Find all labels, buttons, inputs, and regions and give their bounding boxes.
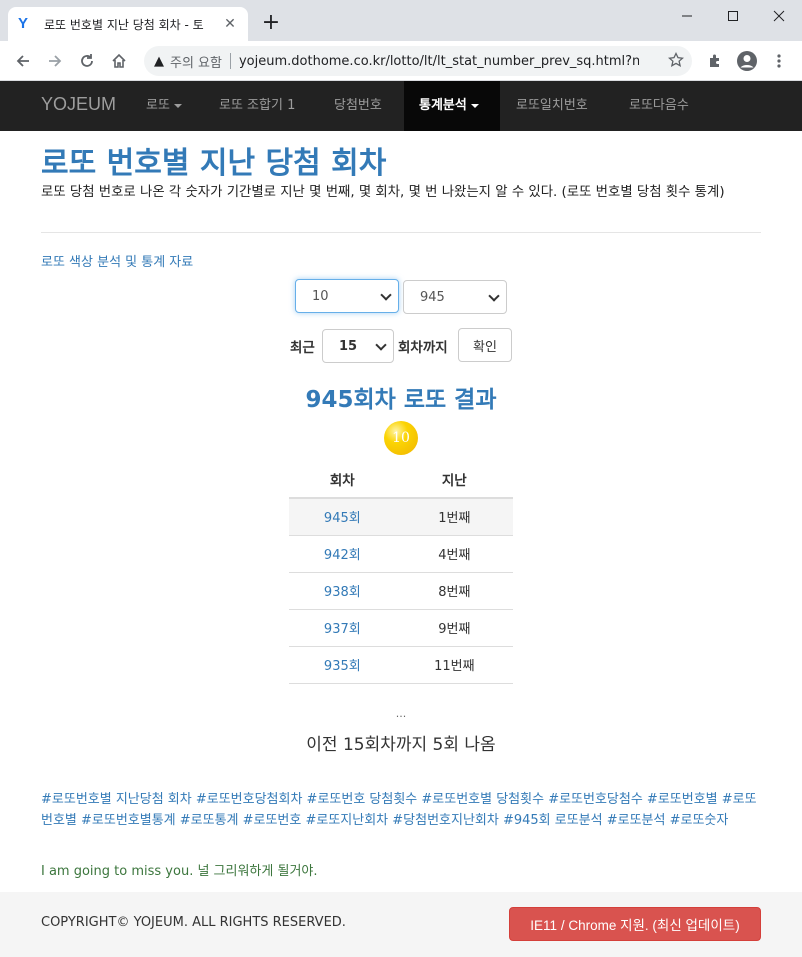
nav-item-next-numbers[interactable]: 로또다음수 bbox=[614, 81, 704, 131]
security-label[interactable]: 주의 요함 bbox=[170, 52, 222, 71]
table-row: 945회 1번째 bbox=[289, 498, 513, 536]
window-close-icon[interactable] bbox=[756, 0, 802, 32]
warning-icon[interactable]: ▲ bbox=[154, 54, 164, 69]
round-link[interactable]: 937회 bbox=[289, 609, 396, 647]
number-select-value: 10 bbox=[312, 288, 329, 304]
table-row: 935회 11번째 bbox=[289, 646, 513, 684]
browser-titlebar: Y 로또 번호별 지난 당첨 회차 - 토 ✕ + bbox=[0, 0, 802, 41]
chevron-down-icon bbox=[488, 290, 500, 302]
lotto-ball-number: 10 bbox=[392, 430, 410, 446]
round-link[interactable]: 942회 bbox=[289, 535, 396, 573]
table-row: 937회 9번째 bbox=[289, 609, 513, 647]
copyright-text: COPYRIGHT© YOJEUM. ALL RIGHTS RESERVED. bbox=[41, 915, 346, 930]
ago-cell: 1번째 bbox=[395, 498, 513, 536]
divider bbox=[41, 232, 761, 233]
page-description: 로또 당첨 번호로 나온 각 숫자가 기간별로 지난 몇 번째, 몇 회차, 몇… bbox=[41, 185, 725, 200]
round-link[interactable]: 945회 bbox=[289, 498, 396, 536]
result-summary: 이전 15회차까지 5회 나옴 bbox=[306, 735, 496, 755]
results-table: 회차 지난 945회 1번째 942회 4번째 938회 8번째 937회 9번… bbox=[289, 461, 513, 684]
site-navbar: YOJEUM 로또 로또 조합기 1 당첨번호 통계분석 로또일치번호 로또다음… bbox=[0, 81, 802, 131]
nav-item-match-numbers[interactable]: 로또일치번호 bbox=[501, 81, 603, 131]
table-row: 938회 8번째 bbox=[289, 572, 513, 610]
nav-item-combiner[interactable]: 로또 조합기 1 bbox=[204, 81, 310, 131]
color-analysis-link[interactable]: 로또 색상 분석 및 통계 자료 bbox=[41, 251, 193, 270]
range-select[interactable]: 15 bbox=[322, 329, 394, 363]
chevron-down-icon bbox=[375, 339, 387, 351]
url-text[interactable]: yojeum.dothome.co.kr/lotto/lt/lt_stat_nu… bbox=[239, 54, 639, 69]
site-favicon-icon: Y bbox=[18, 15, 29, 32]
number-select[interactable]: 10 bbox=[295, 279, 399, 313]
round-link[interactable]: 935회 bbox=[289, 646, 396, 684]
tab-title: 로또 번호별 지난 당첨 회차 - 토 bbox=[44, 17, 204, 32]
caret-down-icon bbox=[173, 103, 182, 108]
brand-logo[interactable]: YOJEUM bbox=[41, 94, 116, 115]
forward-icon[interactable] bbox=[42, 48, 68, 74]
tab-close-icon[interactable]: ✕ bbox=[222, 16, 238, 32]
bookmark-star-icon[interactable] bbox=[667, 51, 685, 72]
browser-toolbar: ▲ 주의 요함 yojeum.dothome.co.kr/lotto/lt/lt… bbox=[0, 41, 802, 81]
extensions-icon[interactable] bbox=[702, 48, 728, 74]
page-title: 로또 번호별 지난 당첨 회차 bbox=[41, 146, 387, 181]
profile-avatar-icon[interactable] bbox=[734, 48, 760, 74]
browser-support-button[interactable]: IE11 / Chrome 지원. (최신 업데이트) bbox=[509, 907, 761, 941]
until-label: 회차까지 bbox=[398, 340, 448, 356]
range-select-value: 15 bbox=[339, 338, 358, 354]
nav-item-lotto[interactable]: 로또 bbox=[131, 81, 197, 131]
nav-item-statistics[interactable]: 통계분석 bbox=[404, 81, 500, 131]
reload-icon[interactable] bbox=[74, 48, 100, 74]
recent-label: 최근 bbox=[290, 340, 315, 356]
maximize-icon[interactable] bbox=[710, 0, 756, 32]
column-header-round: 회차 bbox=[289, 461, 396, 499]
table-header-row: 회차 지난 bbox=[289, 461, 513, 499]
table-row: 942회 4번째 bbox=[289, 535, 513, 573]
hashtags[interactable]: #로또번호별 지난당첨 회차 #로또번호당첨회차 #로또번호 당첨횟수 #로또번… bbox=[41, 789, 761, 831]
round-select[interactable]: 945 bbox=[403, 280, 507, 314]
minimize-icon[interactable] bbox=[664, 0, 710, 32]
nav-item-label: 로또 bbox=[146, 98, 170, 113]
result-title: 945회차 로또 결과 bbox=[305, 387, 497, 413]
column-header-ago: 지난 bbox=[395, 461, 513, 499]
ago-cell: 9번째 bbox=[395, 609, 513, 647]
nav-item-label: 통계분석 bbox=[419, 98, 467, 113]
nav-item-winning-numbers[interactable]: 당첨번호 bbox=[319, 81, 397, 131]
new-tab-button[interactable]: + bbox=[258, 10, 284, 36]
footer: COPYRIGHT© YOJEUM. ALL RIGHTS RESERVED. … bbox=[0, 892, 802, 957]
ago-cell: 8번째 bbox=[395, 572, 513, 610]
round-link[interactable]: 938회 bbox=[289, 572, 396, 610]
miss-you-text: I am going to miss you. 널 그리워하게 될거야. bbox=[41, 864, 318, 879]
address-bar[interactable]: ▲ 주의 요함 yojeum.dothome.co.kr/lotto/lt/lt… bbox=[144, 46, 692, 76]
ellipsis: ... bbox=[395, 707, 407, 720]
round-select-value: 945 bbox=[420, 289, 445, 305]
browser-tab[interactable]: Y 로또 번호별 지난 당첨 회차 - 토 ✕ bbox=[8, 7, 248, 41]
menu-kebab-icon[interactable] bbox=[766, 48, 792, 74]
home-icon[interactable] bbox=[106, 48, 132, 74]
confirm-button[interactable]: 확인 bbox=[458, 328, 512, 362]
address-separator bbox=[229, 53, 231, 69]
chevron-down-icon bbox=[380, 289, 392, 301]
lotto-ball: 10 bbox=[384, 421, 418, 455]
back-icon[interactable] bbox=[10, 48, 36, 74]
caret-down-icon bbox=[470, 103, 479, 108]
ago-cell: 11번째 bbox=[395, 646, 513, 684]
ago-cell: 4번째 bbox=[395, 535, 513, 573]
